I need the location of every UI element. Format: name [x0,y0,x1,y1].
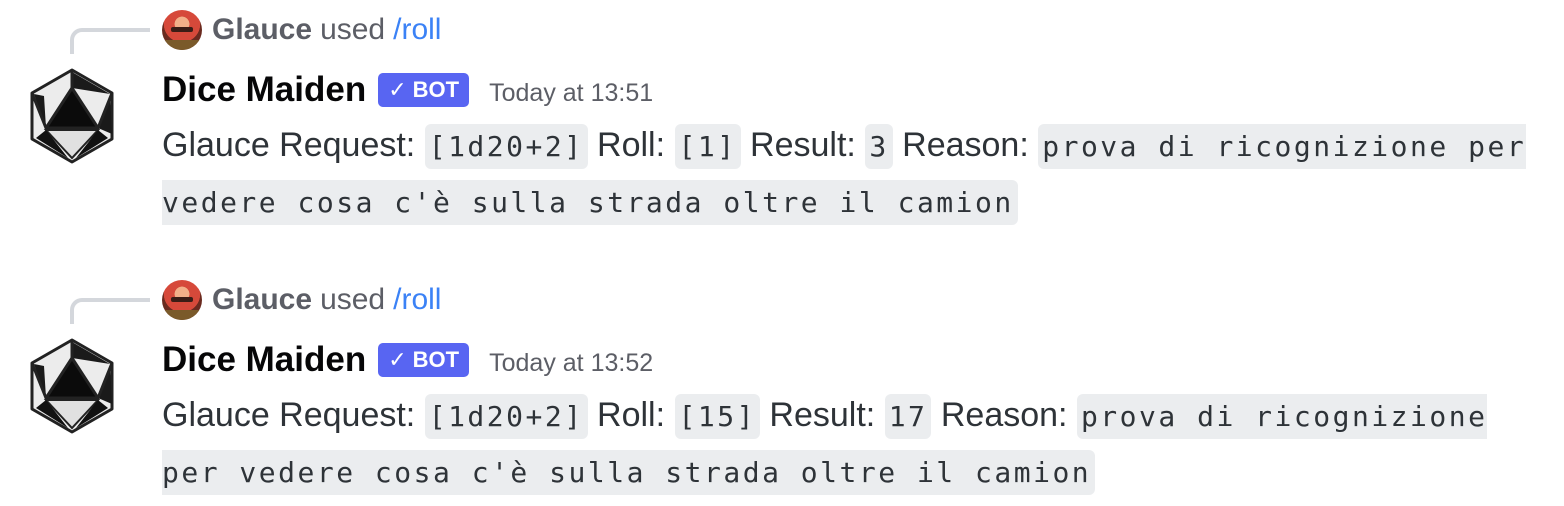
result-code: 3 [865,124,893,169]
result-label: Result: [769,396,876,434]
message-header: Dice Maiden ✓ BOT Today at 13:52 [162,338,653,382]
result-code: 17 [884,394,932,439]
request-label: Glauce Request: [162,126,416,164]
author-name[interactable]: Dice Maiden [162,340,366,380]
bot-badge: ✓ BOT [378,73,470,107]
reply-used-text: used [320,283,386,316]
roll-label: Roll: [597,126,666,164]
bot-badge-label: BOT [412,77,460,102]
reply-command-link[interactable]: /roll [393,13,441,47]
roll-code: [15] [674,394,760,439]
reply-username[interactable]: Glauce [212,13,312,47]
message-content: Glauce Request: [1d20+2] Roll: [1] Resul… [162,118,1562,230]
request-code: [1d20+2] [424,394,588,439]
message-header: Dice Maiden ✓ BOT Today at 13:51 [162,68,653,112]
d20-dice-icon[interactable] [22,66,122,166]
request-code: [1d20+2] [424,124,588,169]
reply-used-text: used [320,13,386,46]
request-label: Glauce Request: [162,396,416,434]
reply-connector [70,298,150,324]
result-label: Result: [750,126,856,164]
message-timestamp[interactable]: Today at 13:52 [489,343,653,378]
message-timestamp[interactable]: Today at 13:51 [489,73,653,108]
verified-check-icon: ✓ [388,347,407,372]
reply-connector [70,28,150,54]
reply-context[interactable]: Glauce used /roll [162,10,441,50]
reply-command-link[interactable]: /roll [393,283,441,317]
roll-label: Roll: [597,396,666,434]
d20-dice-icon[interactable] [22,336,122,436]
bot-badge: ✓ BOT [378,343,470,377]
reason-label: Reason: [940,396,1068,434]
reply-context[interactable]: Glauce used /roll [162,280,441,320]
message-content: Glauce Request: [1d20+2] Roll: [15] Resu… [162,388,1562,500]
reason-label: Reason: [902,126,1029,164]
bot-badge-label: BOT [412,347,460,372]
author-name[interactable]: Dice Maiden [162,70,366,110]
user-avatar-icon[interactable] [162,10,202,50]
roll-code: [1] [674,124,741,169]
reply-username[interactable]: Glauce [212,283,312,317]
user-avatar-icon[interactable] [162,280,202,320]
verified-check-icon: ✓ [388,77,407,102]
